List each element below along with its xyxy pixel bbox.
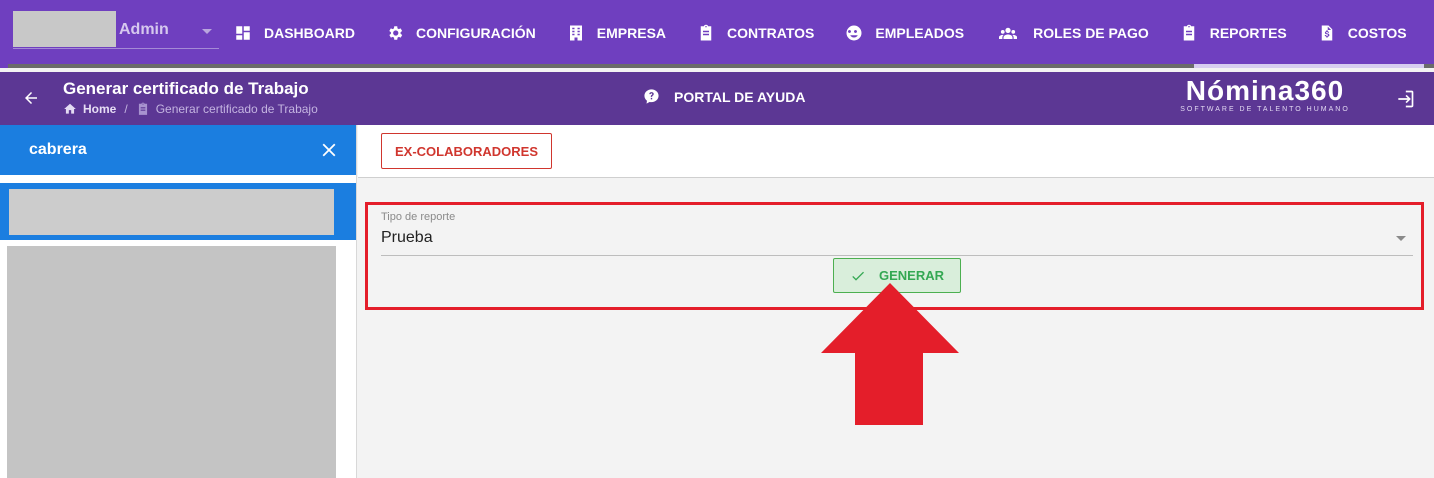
breadcrumb-current: Generar certificado de Trabajo bbox=[155, 102, 318, 116]
breadcrumb: Home / Generar certificado de Trabajo bbox=[63, 102, 318, 116]
nav-item-reportes[interactable]: REPORTES bbox=[1180, 13, 1287, 53]
redacted-result-list bbox=[7, 246, 336, 478]
nav-item-label: EMPLEADOS bbox=[875, 25, 965, 41]
employee-search-bar: cabrera bbox=[0, 125, 356, 175]
search-input[interactable]: cabrera bbox=[29, 141, 87, 159]
nav-item-contratos[interactable]: CONTRATOS bbox=[697, 13, 814, 53]
clipboard-icon bbox=[700, 24, 712, 41]
nav-item-label: COSTOS bbox=[1347, 25, 1407, 41]
ex-colaboradores-button[interactable]: EX-COLABORADORES bbox=[381, 133, 552, 169]
invoice-icon bbox=[1321, 25, 1332, 41]
chevron-down-icon[interactable] bbox=[1396, 236, 1406, 241]
action-bar: EX-COLABORADORES bbox=[358, 125, 1434, 178]
employee-search-panel: cabrera bbox=[0, 125, 357, 478]
page-title: Generar certificado de Trabajo bbox=[63, 79, 309, 98]
user-role: Admin bbox=[119, 21, 169, 38]
checkmark-icon bbox=[852, 271, 864, 281]
help-portal-label: PORTAL DE AYUDA bbox=[674, 88, 806, 105]
report-type-value: Prueba bbox=[381, 229, 433, 246]
logout-icon[interactable] bbox=[1395, 89, 1415, 109]
nav-item-dashboard[interactable]: DASHBOARD bbox=[234, 13, 355, 53]
annotation-arrow-icon bbox=[821, 283, 959, 425]
main-content: EX-COLABORADORES Tipo de reporte Prueba … bbox=[358, 125, 1434, 478]
building-icon bbox=[569, 25, 582, 41]
top-navbar: Admin DASHBOARD CONFIGURACIÓN EMPRESA CO… bbox=[0, 0, 1434, 68]
group-icon bbox=[999, 27, 1018, 39]
nav-scrollbar[interactable] bbox=[8, 64, 1434, 68]
nav-item-empleados[interactable]: EMPLEADOS bbox=[845, 13, 964, 53]
page-header: Generar certificado de Trabajo Home / Ge… bbox=[0, 72, 1434, 125]
nav-scrollbar-thumb[interactable] bbox=[1194, 64, 1424, 68]
generate-label: GENERAR bbox=[878, 268, 944, 283]
clipboard-icon bbox=[138, 102, 147, 115]
help-portal-link[interactable]: PORTAL DE AYUDA bbox=[643, 88, 805, 105]
nav-item-label: REPORTES bbox=[1209, 25, 1287, 41]
report-type-label: Tipo de reporte bbox=[381, 211, 456, 223]
select-underline bbox=[381, 255, 1413, 256]
nav-item-label: EMPRESA bbox=[596, 25, 667, 41]
nav-item-roles-de-pago[interactable]: ROLES DE PAGO bbox=[995, 13, 1149, 53]
nav-item-label: CONFIGURACIÓN bbox=[416, 25, 536, 41]
user-menu[interactable]: Admin bbox=[13, 11, 219, 49]
clipboard-icon bbox=[1183, 24, 1194, 41]
dashboard-icon bbox=[236, 26, 250, 40]
breadcrumb-home[interactable]: Home bbox=[83, 102, 116, 116]
nav-item-costos[interactable]: COSTOS bbox=[1318, 13, 1407, 53]
help-icon bbox=[644, 89, 659, 104]
back-arrow-icon[interactable] bbox=[22, 89, 40, 107]
nav-item-configuracion[interactable]: CONFIGURACIÓN bbox=[386, 13, 536, 53]
report-type-select[interactable] bbox=[381, 209, 1413, 256]
nav-item-label: CONTRATOS bbox=[727, 25, 815, 41]
people-icon bbox=[846, 25, 862, 41]
search-result-selected[interactable] bbox=[0, 183, 356, 240]
nav-item-empresa[interactable]: EMPRESA bbox=[567, 13, 666, 53]
home-icon bbox=[64, 103, 76, 114]
redacted-employee-name bbox=[9, 189, 334, 235]
nav-item-label: DASHBOARD bbox=[264, 25, 355, 41]
logo-tagline: SOFTWARE DE TALENTO HUMANO bbox=[1180, 106, 1350, 113]
gear-icon bbox=[389, 26, 403, 40]
main-menu: DASHBOARD CONFIGURACIÓN EMPRESA CONTRATO… bbox=[234, 0, 1434, 68]
close-icon[interactable] bbox=[318, 139, 340, 161]
logo-wordmark: Nómina360 bbox=[1185, 75, 1345, 106]
avatar bbox=[13, 11, 116, 47]
chevron-down-icon[interactable] bbox=[202, 29, 212, 34]
logo: Nómina360 SOFTWARE DE TALENTO HUMANO bbox=[1170, 75, 1360, 114]
breadcrumb-separator: / bbox=[124, 102, 128, 116]
nav-item-label: ROLES DE PAGO bbox=[1033, 25, 1149, 41]
